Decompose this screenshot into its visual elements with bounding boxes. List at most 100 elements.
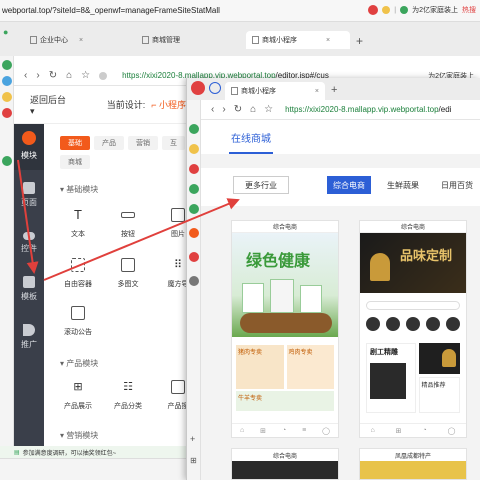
back-side-icon-strip — [0, 56, 14, 480]
category-tab-marketing[interactable]: 营销 — [128, 136, 158, 150]
survey-status-bar[interactable]: ▤ 参加满意度调研，可以抽奖领红包~ — [0, 446, 186, 458]
home-icon[interactable]: ⌂ — [250, 104, 256, 115]
template-card[interactable]: 综合电商 品味定制 剧工精雕 精品推荐 ⌂ ⊞ ◔ ◯ — [359, 220, 467, 438]
nav-item-control[interactable]: 控件 — [14, 232, 44, 254]
nav-item-label: 模板 — [21, 292, 37, 301]
nav-item-label: 推广 — [21, 340, 37, 349]
page-icon — [231, 87, 238, 95]
tab-mall-miniprogram[interactable]: 商城小程序 × — [246, 31, 350, 49]
front-tab-mall-miniprogram[interactable]: 商城小程序 × — [225, 82, 325, 100]
app-icon[interactable] — [2, 156, 12, 166]
gallery-icon — [121, 258, 135, 272]
back-address-url[interactable]: webportal.top/?siteId=8&_openwf=manageFr… — [2, 6, 220, 15]
feature-title: 剧工精雕 — [370, 349, 398, 356]
tab-enterprise-center[interactable]: 企业中心 × — [30, 31, 83, 49]
app-icon[interactable] — [2, 76, 12, 86]
close-icon[interactable]: × — [315, 88, 319, 95]
template-icon — [23, 276, 35, 288]
promo-text[interactable]: 为2亿家庭装上 — [412, 5, 458, 15]
editor-header: 返回后台 ▾ 当前设计: ⌐ 小程序 — [14, 86, 186, 124]
component-multi-image[interactable]: 多图文 — [106, 258, 150, 289]
nav-item-promotion[interactable]: 推广 — [14, 324, 44, 350]
component-product-show[interactable]: ⊞ 产品展示 — [56, 380, 100, 411]
hot-search-badge[interactable]: 热搜 — [462, 5, 476, 15]
category-tab-product[interactable]: 产品 — [94, 136, 124, 150]
app-icon[interactable] — [189, 184, 199, 194]
new-tab-icon[interactable]: + — [356, 34, 363, 48]
title-underline — [229, 152, 273, 154]
promo-grid: 猪肉专卖 鸡肉专卖 — [236, 345, 334, 389]
page-title[interactable]: 在线商城 — [231, 130, 271, 145]
reload-icon[interactable]: ↻ — [49, 70, 57, 81]
app-icon[interactable] — [2, 92, 12, 102]
reload-icon[interactable]: ↻ — [234, 104, 242, 115]
back-arrow-icon[interactable]: ‹ — [211, 104, 214, 115]
star-icon[interactable]: ☆ — [264, 104, 273, 115]
card-header: 综合电商 — [232, 221, 338, 233]
card-search-bar[interactable] — [366, 301, 460, 310]
category-tab-basic[interactable]: 基础 — [60, 136, 90, 150]
toggle-icon — [23, 232, 35, 240]
star-icon[interactable]: ☆ — [81, 70, 90, 81]
close-icon[interactable]: × — [326, 37, 330, 44]
app-icon[interactable] — [2, 108, 12, 118]
component-text[interactable]: T 文本 — [56, 208, 100, 239]
home-icon[interactable]: ⌂ — [66, 70, 72, 81]
app-icon[interactable] — [189, 144, 199, 154]
grid-icon[interactable]: ⊞ — [190, 456, 197, 465]
template-card[interactable]: 综合电商 — [231, 448, 339, 480]
section-marketing[interactable]: ▾ 营销模块 — [60, 430, 98, 441]
nav-item-page[interactable]: 页面 — [14, 182, 44, 208]
filter-fresh-produce[interactable]: 生鲜蔬果 — [387, 176, 419, 194]
component-button[interactable]: 按钮 — [106, 208, 150, 239]
promo-beef-lamb[interactable]: 牛羊专卖 — [236, 391, 334, 411]
back-arrow-icon[interactable]: ‹ — [24, 70, 27, 81]
banner-title: 绿色健康 — [246, 253, 311, 270]
component-scroll-notice[interactable]: 滚动公告 — [56, 306, 100, 337]
filter-integrated-ecommerce[interactable]: 综合电商 — [327, 176, 371, 194]
nav-item-template[interactable]: 模板 — [14, 276, 44, 302]
template-card[interactable]: 凤凰成都特产 — [359, 448, 467, 480]
compass-icon[interactable] — [209, 82, 221, 94]
feature-subtitle[interactable]: 精品推荐 — [418, 376, 460, 413]
add-icon[interactable]: + — [190, 434, 195, 444]
promo-pork[interactable]: 猪肉专卖 — [236, 345, 284, 389]
tab-mall-management[interactable]: 商城管理 — [142, 31, 180, 49]
feature-grid: 剧工精雕 精品推荐 — [366, 343, 460, 413]
category-icon — [366, 317, 380, 331]
feature-block[interactable]: 剧工精雕 — [366, 343, 416, 413]
separator-icon: | — [394, 6, 397, 14]
app-icon[interactable] — [2, 60, 12, 70]
app-icon[interactable] — [189, 164, 199, 174]
nav-item-label: 模块 — [21, 151, 37, 160]
section-product[interactable]: ▾ 产品模块 — [60, 358, 98, 369]
current-design-select[interactable]: ⌐ 小程序 — [151, 98, 186, 111]
filter-daily-goods[interactable]: 日用百货 — [441, 176, 473, 194]
tab-label: 商城小程序 — [241, 88, 276, 95]
close-icon[interactable]: × — [79, 37, 83, 44]
app-icon[interactable] — [189, 276, 199, 286]
more-industry-button[interactable]: 更多行业 — [233, 176, 289, 194]
back-address-bar: webportal.top/?siteId=8&_openwf=manageFr… — [0, 0, 480, 22]
app-icon[interactable] — [189, 124, 199, 134]
section-basic[interactable]: ▾ 基础模块 — [60, 184, 98, 195]
forward-arrow-icon[interactable]: › — [36, 70, 39, 81]
category-tab-mall[interactable]: 商城 — [60, 155, 90, 169]
lightning-icon[interactable] — [382, 6, 391, 14]
front-nav-bar: ‹ › ↻ ⌂ ☆ https://xixi2020-8.mallapp.vip… — [187, 100, 480, 120]
template-card[interactable]: 综合电商 绿色健康 猪肉专卖 鸡肉专卖 牛羊专卖 ⌂ ⊞ ◔ ≡ ◯ — [231, 220, 339, 438]
promo-chicken[interactable]: 鸡肉专卖 — [286, 345, 334, 389]
new-tab-icon[interactable]: + — [331, 84, 337, 96]
shield-icon[interactable] — [368, 5, 379, 15]
forward-arrow-icon[interactable]: › — [222, 104, 225, 115]
back-to-admin-button[interactable]: 返回后台 ▾ — [30, 93, 73, 117]
app-icon[interactable] — [189, 228, 199, 238]
cart-icon: ◔ — [281, 427, 287, 434]
component-free-container[interactable]: 自由容器 — [56, 258, 100, 289]
component-product-category[interactable]: ☷ 产品分类 — [106, 380, 150, 411]
app-icon[interactable] — [189, 252, 199, 262]
app-icon[interactable] — [189, 204, 199, 214]
list-icon: ≡ — [302, 427, 307, 434]
front-nav-url[interactable]: https://xixi2020-8.mallapp.vip.webportal… — [285, 105, 451, 114]
category-tab-interactive[interactable]: 互 — [162, 136, 185, 150]
